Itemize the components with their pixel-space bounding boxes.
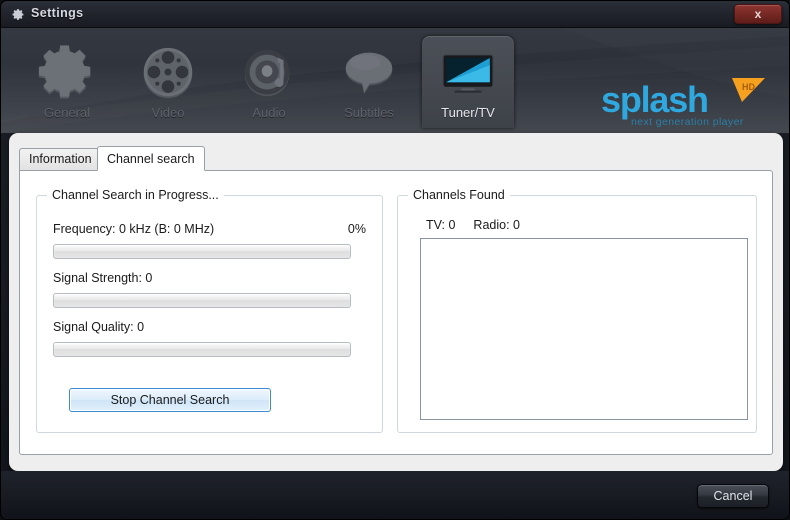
nav-item-tuner-tv[interactable]: Tuner/TV bbox=[422, 36, 514, 128]
channel-counts: TV: 0 Radio: 0 bbox=[426, 218, 538, 232]
tab-channel-search[interactable]: Channel search bbox=[97, 146, 205, 171]
cancel-button[interactable]: Cancel bbox=[697, 484, 769, 508]
group-title: Channels Found bbox=[408, 188, 510, 202]
gear-icon bbox=[38, 45, 91, 99]
nav-item-video[interactable]: Video bbox=[122, 36, 214, 128]
logo-wordmark: splash bbox=[601, 79, 708, 120]
stop-channel-search-button[interactable]: Stop Channel Search bbox=[69, 388, 271, 412]
search-progress-bar bbox=[53, 244, 351, 259]
hd-badge-label: HD bbox=[742, 82, 755, 92]
signal-quality-label: Signal Quality: 0 bbox=[53, 320, 145, 334]
header-nav-bar: General Video Audio Subtitles Tuner/TV s… bbox=[1, 28, 789, 133]
splash-logo: splash next generation player HD bbox=[601, 78, 765, 128]
tv-count-label: TV: 0 bbox=[426, 218, 456, 232]
signal-quality-bar bbox=[53, 342, 351, 357]
percent-label: 0% bbox=[347, 222, 366, 236]
signal-strength-bar bbox=[53, 293, 351, 308]
tab-information[interactable]: Information bbox=[19, 148, 102, 171]
nav-label: Subtitles bbox=[344, 105, 394, 120]
speech-bubble-icon bbox=[345, 52, 393, 95]
tab-strip: Information Channel search bbox=[19, 146, 773, 171]
nav-item-subtitles[interactable]: Subtitles bbox=[323, 36, 415, 128]
frequency-label: Frequency: 0 kHz (B: 0 MHz) bbox=[53, 222, 215, 236]
channel-search-group: Channel Search in Progress... Frequency:… bbox=[36, 188, 383, 433]
footer-bar: Cancel bbox=[1, 471, 789, 519]
close-button[interactable]: x bbox=[734, 4, 782, 24]
nav-label: General bbox=[43, 105, 91, 120]
gear-icon bbox=[12, 9, 24, 20]
logo-tagline: next generation player bbox=[631, 116, 744, 128]
settings-window: Settings x General Video Audio Subtitles… bbox=[0, 0, 790, 520]
nav-item-general[interactable]: General bbox=[21, 36, 113, 128]
tv-monitor-icon bbox=[442, 53, 494, 93]
speaker-note-icon bbox=[244, 49, 290, 97]
tab-panel-channel-search: Channel Search in Progress... Frequency:… bbox=[19, 170, 773, 455]
radio-count-label: Radio: 0 bbox=[473, 218, 520, 232]
signal-strength-label: Signal Strength: 0 bbox=[53, 271, 153, 285]
group-title: Channel Search in Progress... bbox=[47, 188, 224, 202]
film-reel-icon bbox=[143, 47, 193, 99]
window-title: Settings bbox=[31, 6, 84, 20]
settings-panel: Information Channel search Channel Searc… bbox=[9, 133, 783, 471]
nav-label: Audio bbox=[252, 105, 286, 120]
channel-list-box[interactable] bbox=[420, 238, 748, 420]
title-bar: Settings x bbox=[1, 1, 789, 28]
nav-label: Tuner/TV bbox=[441, 105, 495, 120]
channels-found-group: Channels Found TV: 0 Radio: 0 bbox=[397, 188, 757, 433]
nav-label: Video bbox=[151, 105, 185, 120]
nav-item-audio[interactable]: Audio bbox=[223, 36, 315, 128]
